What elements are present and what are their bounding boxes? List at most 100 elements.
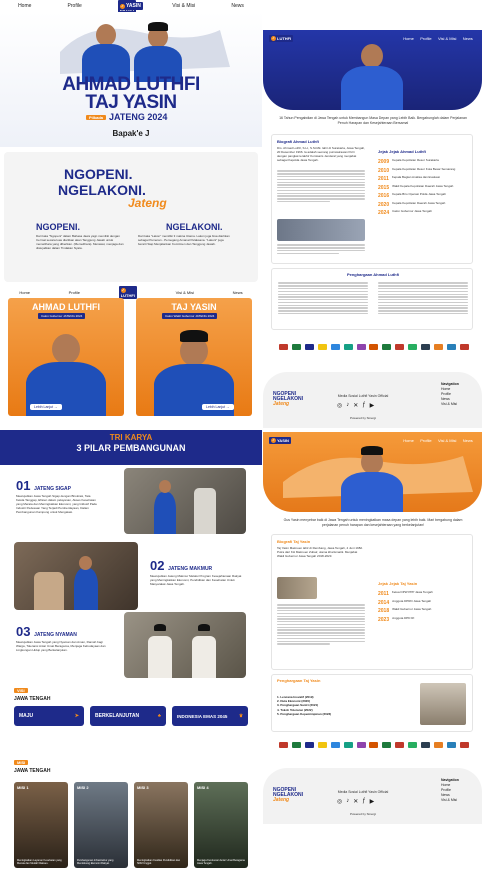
x-icon[interactable]: ✕ xyxy=(353,402,358,409)
jejak-item: 2009 Kepala Kepolisian Resor Surakarta xyxy=(378,158,470,165)
logo-sub: YASIN xyxy=(126,3,141,9)
footer-nav-visi[interactable]: Visi & Misi xyxy=(441,402,459,407)
pillar-1: 01 JATENG SIGAP Mewujudkan Jawa Tengah S… xyxy=(0,466,262,536)
jejak-text: Anggota DPD RI xyxy=(392,615,415,620)
yasin-footer-nav-visi[interactable]: Visi & Misi xyxy=(441,798,459,803)
jejak-year: 2018 xyxy=(378,608,390,614)
ngelakoni-text: Dari kata "Lakon" memiliki 3 makna Utama… xyxy=(138,234,230,246)
party-logo-icon xyxy=(304,742,314,748)
pillar-3-photo xyxy=(124,612,246,678)
yasin-bio-lines xyxy=(277,603,365,646)
nav-profile[interactable]: Profile xyxy=(68,3,82,9)
cand-nav-home[interactable]: Home xyxy=(19,290,30,295)
misi-card-2[interactable]: MISI 2 Pembangunan Infrastruktur yang Me… xyxy=(74,782,128,868)
yasin-footer-social-title: Media Sosial Luthfi Yasin Official xyxy=(337,790,389,794)
party-logo-icon xyxy=(421,742,431,748)
luthfi-intro: 16 Tahun Pengabdian di Jawa Tengah untuk… xyxy=(279,116,467,125)
youtube-icon[interactable]: ▶ xyxy=(370,402,375,409)
logo-check-icon: ✓ xyxy=(120,3,125,9)
yasin-hero: ✓ YASIN Home Profile Visi & Misi News xyxy=(263,432,482,512)
cand-logo-icon: ✓ xyxy=(120,287,126,293)
candidates-section: Home Profile ✓ LUTHFI Visi & Misi News AH… xyxy=(0,285,262,420)
pillar-2-photo xyxy=(14,542,138,610)
jejak-item: 2010 Kepala Kepolisian Resor Kota Besar S… xyxy=(378,167,470,174)
visi-berkelanjutan-label: BERKELANJUTAN xyxy=(95,713,140,719)
nav-news[interactable]: News xyxy=(231,3,244,9)
yasin-nav-news[interactable]: News xyxy=(463,438,473,443)
yasin-nav-profile[interactable]: Profile xyxy=(420,438,431,443)
yasin-footer-nav: Navigation Home Profile News Visi & Misi xyxy=(441,778,459,803)
luthfi-page-logo[interactable]: ✓ LUTHFI xyxy=(269,35,294,42)
tiktok-icon[interactable]: ♪ xyxy=(346,402,349,409)
jejak-text: Wakil Gubernur Jawa Tengah xyxy=(392,607,432,611)
jejak-text: Kepala Bagian Analisa dan Evaluasi xyxy=(391,175,440,179)
party-logo-icon xyxy=(446,742,456,748)
misi-3-label: MISI 3 xyxy=(137,785,149,790)
visi-berkelanjutan[interactable]: BERKELANJUTAN ♣ xyxy=(90,706,166,726)
hero-section: ✓ YASIN AHMAD LUTHFI TAJ YASIN Pilkada JA… xyxy=(0,2,262,147)
yasin-facebook-icon[interactable]: ƒ xyxy=(362,798,365,805)
visi-indonesia-emas[interactable]: INDONESIA EMAS 2045 ♛ xyxy=(172,706,248,726)
cand-nav-profile[interactable]: Profile xyxy=(69,290,80,295)
pillar-3-title: JATENG NYAMAN xyxy=(34,632,77,638)
jejak-year: 2020 xyxy=(378,201,390,208)
visi-leaf-icon: ♣ xyxy=(157,713,161,719)
karya-subtitle: 3 PILAR PEMBANGUNAN xyxy=(76,443,186,453)
pillar-2: 02 JATENG MAKMUR Mewujudkan Jateng Makmu… xyxy=(0,542,262,612)
pillar-2-title: JATENG MAKMUR xyxy=(168,566,213,572)
luthfi-more-button[interactable]: Lebih Lanjut → xyxy=(30,404,62,410)
yasin-footer-brand: NGOPENI NGELAKONI Jateng xyxy=(273,788,303,803)
yasin-logo-icon: ✓ xyxy=(271,438,276,443)
party-logo-icon xyxy=(408,344,418,350)
yasin-more-label: Lebih Lanjut xyxy=(206,405,226,409)
luthfi-nav-profile[interactable]: Profile xyxy=(420,36,431,41)
visi-maju[interactable]: MAJU ➤ xyxy=(14,706,84,726)
cand-nav-logo[interactable]: ✓ LUTHFI xyxy=(118,285,137,299)
yasin-nav-home[interactable]: Home xyxy=(403,438,414,443)
luthfi-card-name: AHMAD LUTHFI xyxy=(32,302,100,312)
luthfi-nav-visi[interactable]: Visi & Misi xyxy=(438,36,456,41)
luthfi-nav-home[interactable]: Home xyxy=(403,36,414,41)
yasin-tiktok-icon[interactable]: ♪ xyxy=(346,798,349,805)
jejak-year: 2015 xyxy=(378,184,390,191)
ngopeni-text: Dari kata "Ngopeni" dalam Bahasa Jawa ya… xyxy=(36,234,124,250)
party-logo-icon xyxy=(421,344,431,350)
party-logo-icon xyxy=(369,742,379,748)
misi-card-3[interactable]: MISI 3 Meningkatkan Kualitas Pendidikan … xyxy=(134,782,188,868)
yasin-x-icon[interactable]: ✕ xyxy=(353,798,358,805)
luthfi-nav-news[interactable]: News xyxy=(463,36,473,41)
instagram-icon[interactable]: ◎ xyxy=(337,402,342,409)
cand-nav-visi[interactable]: Visi & Misi xyxy=(176,290,194,295)
yasin-bio-card: Biografi Taj Yasin Taj Yasin Maimoen lah… xyxy=(271,534,473,670)
nav-visi-misi[interactable]: Visi & Misi xyxy=(172,3,195,9)
yasin-logo-text: YASIN xyxy=(277,438,289,443)
misi-1-label: MISI 1 xyxy=(17,785,29,790)
hero-sub: Pilkada JATENG 2024 xyxy=(86,112,167,122)
misi-card-4[interactable]: MISI 4 Menjaga Kerukunan Antar Umat Bera… xyxy=(194,782,248,868)
jejak-text: Kepala Kepolisian Resor Surakarta xyxy=(392,158,439,162)
yasin-footer-social-icons: ◎ ♪ ✕ ƒ ▶ xyxy=(337,798,374,805)
party-logo-icon xyxy=(330,742,340,748)
pillar-3: 03 JATENG NYAMAN Mewujudkan Jawa Tengah … xyxy=(0,612,262,678)
party-logo-icon xyxy=(369,344,379,350)
yasin-page-logo[interactable]: ✓ YASIN xyxy=(269,437,291,444)
misi-card-1[interactable]: MISI 1 Meningkatkan Layanan Kesehatan ya… xyxy=(14,782,68,868)
luthfi-award-list-right xyxy=(378,281,468,316)
karya-title: TRI KARYA xyxy=(109,433,153,442)
yasin-youtube-icon[interactable]: ▶ xyxy=(370,798,375,805)
party-logo-icon xyxy=(395,344,405,350)
yasin-more-button[interactable]: Lebih Lanjut → xyxy=(202,404,234,410)
footer-brand-1: NGOPENI NGELAKONI Jateng xyxy=(273,392,303,407)
yasin-footer-jateng: Jateng xyxy=(273,797,290,803)
yasin-nav-visi[interactable]: Visi & Misi xyxy=(438,438,456,443)
party-logo-icon xyxy=(434,344,444,350)
jejak-item: 2011 Ketua DPW PPP Jawa Tengah xyxy=(378,590,470,597)
luthfi-page-nav: Home Profile Visi & Misi News xyxy=(400,36,476,41)
party-logo-icon xyxy=(279,344,288,350)
luthfi-award-list-left xyxy=(278,281,368,316)
luthfi-bio-photo xyxy=(277,219,365,241)
facebook-icon[interactable]: ƒ xyxy=(362,402,365,409)
cand-nav-news[interactable]: News xyxy=(233,290,243,295)
nav-home[interactable]: Home xyxy=(18,3,31,9)
yasin-instagram-icon[interactable]: ◎ xyxy=(337,798,342,805)
